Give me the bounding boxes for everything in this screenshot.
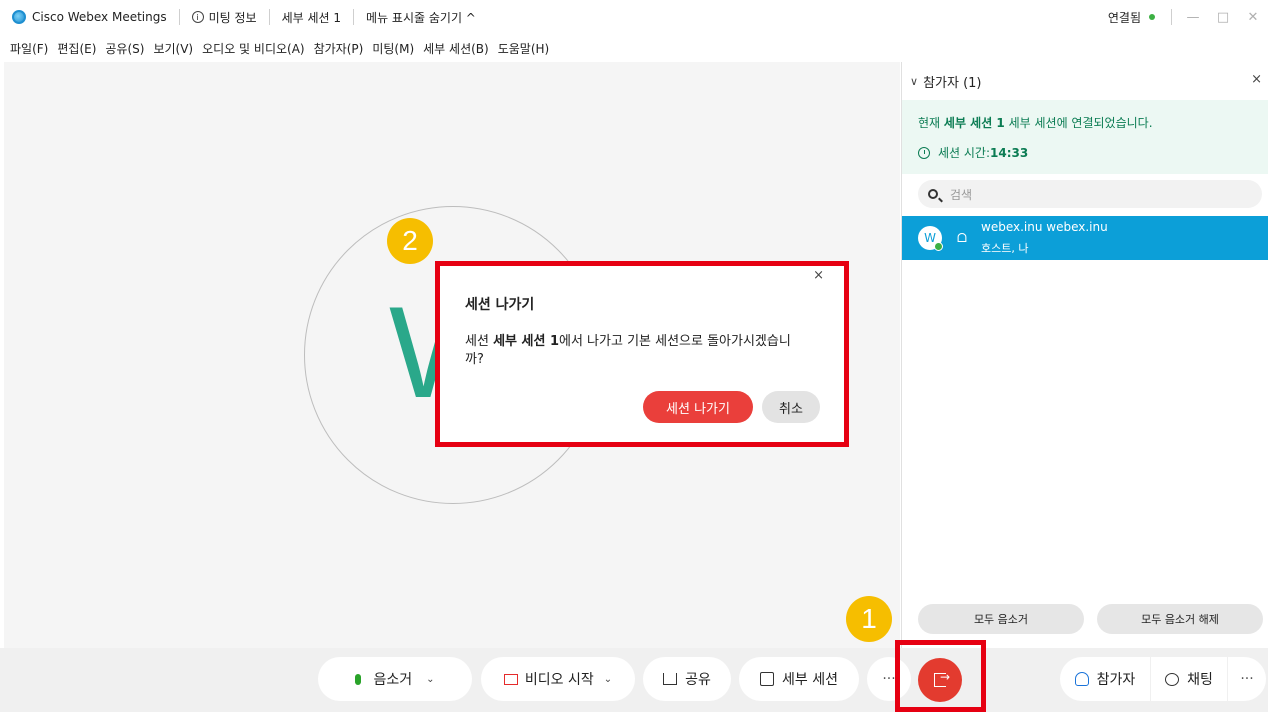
user-icon [1074,672,1089,686]
menu-help[interactable]: 도움말(H) [498,40,550,57]
info-icon: i [191,11,204,23]
divider [268,9,270,25]
clock-icon [918,146,930,159]
microphone-icon [355,673,362,685]
cancel-button[interactable]: 취소 [762,391,820,423]
menu-view[interactable]: 보기(V) [153,40,193,57]
divider [178,9,180,25]
menu-file[interactable]: 파일(F) [10,40,48,57]
title-bar: Cisco Webex Meetings i 미팅 정보 세부 세션 1 메뉴 … [0,0,1268,34]
session-time-value: 14:33 [990,145,1029,160]
breakout-label: 세부 세션 [782,672,838,688]
menu-meeting[interactable]: 미팅(M) [372,40,414,57]
share-icon [663,673,678,685]
participant-search-input[interactable]: 검색 [918,180,1262,208]
dialog-highlight-frame: × 세션 나가기 세션 세부 세션 1에서 나가고 기본 세션으로 돌아가시겠습… [435,261,849,447]
share-button[interactable]: 공유 [643,657,731,701]
mute-all-button[interactable]: 모두 음소거 [918,604,1084,634]
participants-panel: ∨ 참가자 (1) × 현재 세부 세션 1 세부 세션에 연결되었습니다. 세… [901,62,1268,648]
hide-menu-button[interactable]: 메뉴 표시줄 숨기기 ^ [366,9,476,26]
chevron-down-icon: ∨ [910,74,919,88]
chevron-down-icon[interactable]: ⌄ [604,674,612,685]
step-badge-2: 2 [387,218,433,264]
session-time: 세션 시간: 14:33 [918,144,1028,161]
connection-status: 연결됨 [1107,10,1141,25]
participant-name: webex.inu webex.inu [981,220,1108,234]
meeting-info-button[interactable]: i 미팅 정보 [191,9,257,26]
session-text-name: 세부 세션 1 [943,116,1005,130]
breakout-grid-icon [760,672,774,686]
dialog-title: 세션 나가기 [465,297,535,313]
app-title: Cisco Webex Meetings [32,10,167,24]
session-info-box: 현재 세부 세션 1 세부 세션에 연결되었습니다. 세션 시간: 14:33 [902,100,1268,174]
divider [353,9,355,25]
session-text-suffix: 세부 세션에 연결되었습니다. [1004,116,1153,130]
meeting-info-label: 미팅 정보 [208,10,257,25]
participants-button[interactable]: 참가자 [1060,657,1150,701]
menu-share[interactable]: 공유(S) [105,40,144,57]
session-connected-text: 현재 세부 세션 1 세부 세션에 연결되었습니다. [918,114,1153,131]
mute-label: 음소거 [373,672,413,688]
more-panels-button[interactable]: ··· [1228,657,1266,701]
unmute-all-button[interactable]: 모두 음소거 해제 [1097,604,1263,634]
dialog-close-icon[interactable]: × [813,268,824,283]
search-placeholder: 검색 [950,187,973,202]
status-badge [934,242,943,251]
participant-role: 호스트, 나 [981,242,1029,255]
title-bar-right: 연결됨 — □ ✕ [1108,0,1268,34]
participant-row[interactable]: W ᗝ webex.inu webex.inu 호스트, 나 [902,216,1268,260]
window-close-button[interactable]: ✕ [1238,10,1268,25]
step-badge-1: 1 [846,596,892,642]
chat-button[interactable]: 채팅 [1151,657,1227,701]
minimize-button[interactable]: — [1178,10,1208,25]
share-label: 공유 [685,672,711,688]
session-text-prefix: 현재 [918,116,944,130]
chat-label: 채팅 [1187,672,1213,688]
session-name: 세부 세션 1 [281,10,342,25]
participants-label: 참가자 [1096,672,1136,688]
audio-icon: ᗝ [957,231,967,245]
mute-button[interactable]: 음소거 ⌄ [318,657,472,701]
video-off-icon [503,673,518,685]
participants-panel-header[interactable]: ∨ 참가자 (1) [902,62,1268,100]
divider [1171,9,1172,25]
menu-audio-video[interactable]: 오디오 및 비디오(A) [202,40,304,57]
chat-icon [1165,672,1180,686]
start-video-button[interactable]: 비디오 시작 ⌄ [481,657,635,701]
dialog-message: 세션 세부 세션 1에서 나가고 기본 세션으로 돌아가시겠습니까? [465,333,805,369]
session-time-label: 세션 시간: [938,146,991,160]
start-video-label: 비디오 시작 [524,672,594,688]
meeting-toolbar: 음소거 ⌄ 비디오 시작 ⌄ 공유 세부 세션 ··· 참가자 채팅 ··· [0,640,1268,712]
breakout-sessions-button[interactable]: 세부 세션 [739,657,859,701]
menu-participants[interactable]: 참가자(P) [314,40,364,57]
menu-edit[interactable]: 편집(E) [57,40,96,57]
leave-session-confirm-button[interactable]: 세션 나가기 [643,391,753,423]
participants-panel-title: 참가자 (1) [923,75,982,91]
menu-bar: 파일(F) 편집(E) 공유(S) 보기(V) 오디오 및 비디오(A) 참가자… [0,34,1268,62]
menu-breakout[interactable]: 세부 세션(B) [423,40,489,57]
search-icon [928,189,938,199]
dialog-message-prefix: 세션 [465,334,494,349]
leave-session-dialog: × 세션 나가기 세션 세부 세션 1에서 나가고 기본 세션으로 돌아가시겠습… [440,266,844,442]
dialog-message-session: 세부 세션 1 [493,334,559,349]
leave-button-highlight-frame [895,640,986,712]
chevron-down-icon[interactable]: ⌄ [426,674,434,685]
connection-dot-icon [1149,14,1155,20]
maximize-button[interactable]: □ [1208,10,1238,25]
panel-close-icon[interactable]: × [1251,72,1262,87]
webex-logo-icon [12,10,26,24]
